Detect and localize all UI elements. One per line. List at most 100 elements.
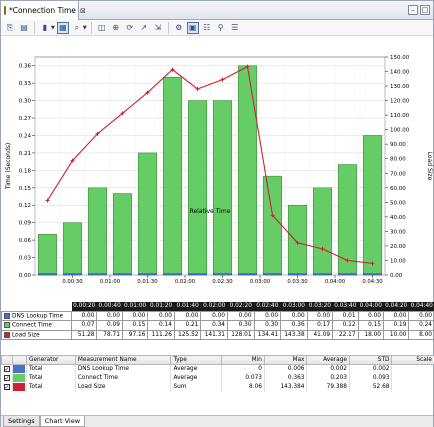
table-icon[interactable]: ☷ bbox=[201, 22, 213, 34]
series-color-cell[interactable] bbox=[12, 364, 27, 374]
series-color-cell[interactable] bbox=[12, 373, 27, 383]
y-tick-label: 0.18 bbox=[19, 168, 32, 174]
connect-time-bar[interactable] bbox=[112, 193, 133, 276]
dns-lookup-bar[interactable] bbox=[63, 273, 82, 276]
marker-icon[interactable]: ⊕ bbox=[110, 22, 122, 34]
chevron-down-icon[interactable]: ▼ bbox=[83, 25, 87, 31]
dns-lookup-bar[interactable] bbox=[138, 273, 157, 276]
dns-lookup-bar[interactable] bbox=[288, 273, 307, 276]
measurement-row[interactable]: ✓ Total Load Size Sum 8.06 143.384 79.388 52.68 bbox=[1, 382, 434, 392]
chevron-down-icon[interactable]: ▼ bbox=[51, 25, 55, 31]
connect-time-bar[interactable] bbox=[362, 135, 383, 276]
connect-time-bar[interactable] bbox=[37, 234, 58, 276]
copy-icon[interactable]: ⎘ bbox=[4, 22, 16, 34]
chart-mode-icon[interactable]: ▦ bbox=[56, 21, 69, 34]
settings-icon[interactable]: ⚙ bbox=[173, 22, 185, 34]
connection-time-chart[interactable]: 0.00 0.03 0.06 0.09 0.12 0.15 0.18 0.21 0.24 0.27… bbox=[1, 37, 434, 299]
connect-time-bar[interactable] bbox=[87, 187, 108, 276]
connect-time-bar[interactable] bbox=[187, 100, 208, 276]
table-cell: 141.31 bbox=[200, 329, 228, 340]
measurement-column-header[interactable]: Average bbox=[306, 355, 350, 365]
row-label: DNS Lookup Time bbox=[1, 310, 72, 321]
connect-time-bar[interactable] bbox=[162, 77, 183, 276]
table-column-header: 0.01:20 bbox=[147, 302, 175, 311]
y2-tick-label: 30.00 bbox=[390, 229, 406, 235]
table-cell: 0.00 bbox=[382, 310, 410, 321]
connect-time-bar[interactable] bbox=[212, 100, 233, 276]
table-cell: 0.00 bbox=[173, 310, 202, 321]
measurement-column-header[interactable]: Measurement Name bbox=[74, 355, 172, 365]
close-icon[interactable]: ⊠ bbox=[80, 7, 86, 15]
row-checkbox[interactable]: ✓ bbox=[3, 365, 10, 372]
measurement-column-header[interactable] bbox=[0, 355, 14, 365]
dns-lookup-bar[interactable] bbox=[113, 273, 132, 276]
row-label-text: Connect Time bbox=[12, 322, 52, 329]
y2-tick-label: 40.00 bbox=[390, 215, 406, 221]
dns-lookup-bar[interactable] bbox=[313, 273, 332, 276]
series-color-cell[interactable] bbox=[12, 382, 27, 392]
connect-time-bar[interactable] bbox=[237, 65, 258, 276]
y2-tick-label: 70.00 bbox=[390, 171, 406, 177]
measurement-column-header[interactable]: Generator bbox=[25, 355, 76, 365]
paste-icon[interactable]: ▤ bbox=[18, 22, 30, 34]
zoom-icon[interactable]: ⌕ bbox=[71, 22, 83, 34]
dns-lookup-bar[interactable] bbox=[263, 273, 282, 276]
tab-connection-time[interactable]: *Connection Time ⊠ bbox=[1, 1, 86, 20]
editor-tab-bar: *Connection Time ⊠ – □ bbox=[1, 1, 433, 20]
measurement-column-header[interactable]: Type bbox=[170, 355, 223, 365]
bar-chart-icon[interactable]: ▮ bbox=[39, 22, 51, 34]
y-tick-label: 0.24 bbox=[19, 133, 32, 139]
x-tick-label: 0.01:30 bbox=[137, 279, 158, 285]
maximize-icon[interactable]: □ bbox=[420, 5, 430, 15]
measurement-column-header[interactable] bbox=[12, 355, 27, 365]
sync-icon[interactable]: ⟳ bbox=[124, 22, 136, 34]
measurement-column-header[interactable]: Min bbox=[221, 355, 265, 365]
table-row: Load Size 51.28 78.71 97.16 111.26 125.52 141.… bbox=[1, 329, 434, 340]
connect-time-bar[interactable] bbox=[312, 187, 333, 276]
measurement-column-header[interactable]: Max bbox=[263, 355, 308, 365]
minimize-icon[interactable]: – bbox=[408, 5, 418, 15]
connect-time-bar[interactable] bbox=[62, 222, 83, 276]
dns-lookup-bar[interactable] bbox=[363, 273, 382, 276]
measurement-row[interactable]: ✓ Total DNS Lookup Time Average 0 0.006 0.002 0… bbox=[1, 364, 434, 374]
measurement-column-header[interactable]: STD bbox=[348, 355, 393, 365]
line-icon[interactable]: ↗ bbox=[138, 22, 150, 34]
y-tick-label: 0.15 bbox=[19, 186, 32, 192]
tab-settings[interactable]: Settings bbox=[3, 416, 40, 427]
measurement-column-header[interactable]: Scale bbox=[391, 355, 434, 365]
dns-lookup-bar[interactable] bbox=[163, 273, 182, 276]
table-cell: 0.21 bbox=[173, 320, 202, 331]
row-checkbox[interactable]: ✓ bbox=[3, 374, 10, 381]
connect-time-bar[interactable] bbox=[137, 152, 158, 276]
table-cell: 0.00 bbox=[70, 310, 98, 321]
export-icon[interactable]: ⇲ bbox=[152, 22, 164, 34]
max-cell: 0.006 bbox=[264, 364, 308, 374]
pan-icon[interactable]: ◫ bbox=[96, 22, 108, 34]
grid-icon[interactable]: ▣ bbox=[186, 21, 199, 34]
y-tick-label: 0.30 bbox=[19, 99, 32, 105]
dns-lookup-bar[interactable] bbox=[238, 273, 257, 276]
dns-lookup-bar[interactable] bbox=[38, 273, 57, 276]
table-row: Connect Time 0.07 0.09 0.15 0.14 0.21 0.34 0.30… bbox=[1, 320, 434, 331]
std-cell: 52.68 bbox=[349, 382, 393, 392]
dns-lookup-bar[interactable] bbox=[188, 273, 207, 276]
list-icon[interactable]: ☰ bbox=[229, 22, 241, 34]
tab-chart-view[interactable]: Chart View bbox=[39, 416, 86, 427]
y2-tick-label: 50.00 bbox=[390, 200, 406, 206]
dns-lookup-bar[interactable] bbox=[338, 273, 357, 276]
row-label-text: Load Size bbox=[12, 332, 40, 338]
connect-time-bar[interactable] bbox=[287, 204, 308, 276]
table-column-header: 0.03:20 bbox=[307, 302, 333, 311]
table-column-header: 0.01:40 bbox=[174, 302, 201, 311]
row-checkbox[interactable]: ✓ bbox=[3, 383, 10, 390]
dns-lookup-bar[interactable] bbox=[88, 273, 107, 276]
measurement-row[interactable]: ✓ Total Connect Time Average 0.073 0.363 0.203… bbox=[1, 373, 434, 383]
connect-time-bar[interactable] bbox=[337, 164, 358, 276]
filter-icon[interactable]: ⚲ bbox=[215, 22, 227, 34]
measurement-name-cell: Load Size bbox=[75, 382, 172, 392]
dns-lookup-bar[interactable] bbox=[213, 273, 232, 276]
table-cell: 143.38 bbox=[280, 329, 308, 340]
y2-tick-label: 80.00 bbox=[390, 157, 406, 163]
connect-time-bar[interactable] bbox=[262, 175, 283, 276]
table-cell: 78.71 bbox=[96, 329, 123, 340]
